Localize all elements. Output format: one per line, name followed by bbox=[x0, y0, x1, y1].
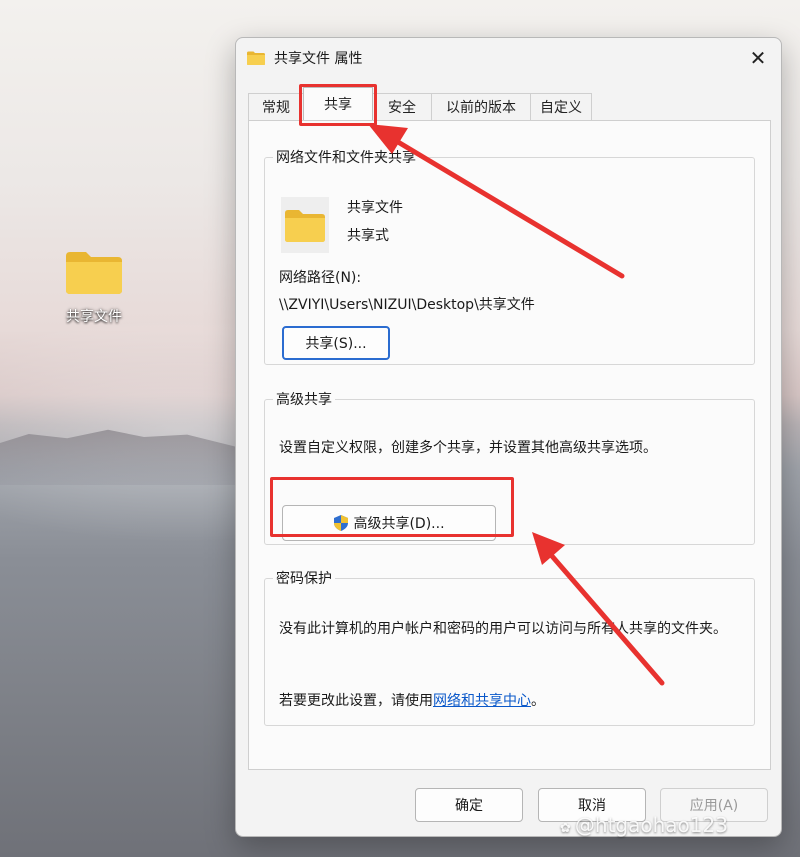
tab-security[interactable]: 安全 bbox=[372, 93, 432, 120]
password-protection-group: 密码保护 没有此计算机的用户帐户和密码的用户可以访问与所有人共享的文件夹。 若要… bbox=[264, 568, 755, 726]
network-sharing-group: 网络文件和文件夹共享 共享文件 共享式 网络路径(N): \\ZVIYI\Use… bbox=[264, 147, 755, 365]
dialog-title: 共享文件 属性 bbox=[274, 51, 363, 67]
background-hills bbox=[0, 429, 240, 485]
title-bar[interactable]: 共享文件 属性 ✕ bbox=[236, 38, 781, 78]
network-path-label: 网络路径(N): bbox=[279, 270, 362, 286]
watermark-logo-icon: ✿ bbox=[560, 821, 571, 836]
ok-button[interactable]: 确定 bbox=[415, 788, 523, 822]
change-setting-prefix: 若要更改此设置，请使用 bbox=[279, 693, 433, 709]
tab-general[interactable]: 常规 bbox=[248, 93, 304, 120]
advanced-sharing-legend: 高级共享 bbox=[276, 392, 332, 408]
close-button[interactable]: ✕ bbox=[741, 42, 775, 74]
desktop-folder-shortcut[interactable]: 共享文件 bbox=[52, 248, 136, 326]
password-protection-legend: 密码保护 bbox=[276, 571, 332, 587]
folder-icon bbox=[246, 50, 266, 66]
properties-dialog: 共享文件 属性 ✕ 常规 共享 安全 以前的版本 自定义 网络文件和文件夹共享 … bbox=[235, 37, 782, 837]
network-sharing-legend: 网络文件和文件夹共享 bbox=[276, 150, 416, 166]
shared-folder-icon bbox=[281, 197, 329, 253]
highlight-box-advanced-sharing bbox=[270, 477, 514, 537]
advanced-sharing-description: 设置自定义权限，创建多个共享，并设置其他高级共享选项。 bbox=[279, 440, 657, 456]
password-protection-description: 没有此计算机的用户帐户和密码的用户可以访问与所有人共享的文件夹。 bbox=[279, 621, 727, 637]
close-icon: ✕ bbox=[749, 46, 767, 70]
folder-icon bbox=[66, 252, 122, 294]
sharing-tab-panel: 网络文件和文件夹共享 共享文件 共享式 网络路径(N): \\ZVIYI\Use… bbox=[248, 120, 771, 770]
tab-previous-versions[interactable]: 以前的版本 bbox=[431, 93, 531, 120]
shared-folder-name: 共享文件 bbox=[347, 200, 403, 216]
share-button[interactable]: 共享(S)... bbox=[282, 326, 390, 360]
share-status: 共享式 bbox=[347, 228, 389, 244]
change-setting-text: 若要更改此设置，请使用网络和共享中心。 bbox=[279, 690, 545, 710]
network-path-value: \\ZVIYI\Users\NIZUI\Desktop\共享文件 bbox=[279, 297, 535, 313]
network-sharing-center-link[interactable]: 网络和共享中心 bbox=[433, 693, 531, 709]
tab-sharing[interactable]: 共享 bbox=[303, 87, 373, 120]
watermark-text: @htgaohao123 bbox=[574, 813, 728, 837]
tab-customize[interactable]: 自定义 bbox=[530, 93, 592, 120]
watermark: ✿ @htgaohao123 bbox=[560, 813, 728, 837]
desktop-folder-label: 共享文件 bbox=[66, 309, 122, 325]
change-setting-suffix: 。 bbox=[531, 693, 545, 709]
